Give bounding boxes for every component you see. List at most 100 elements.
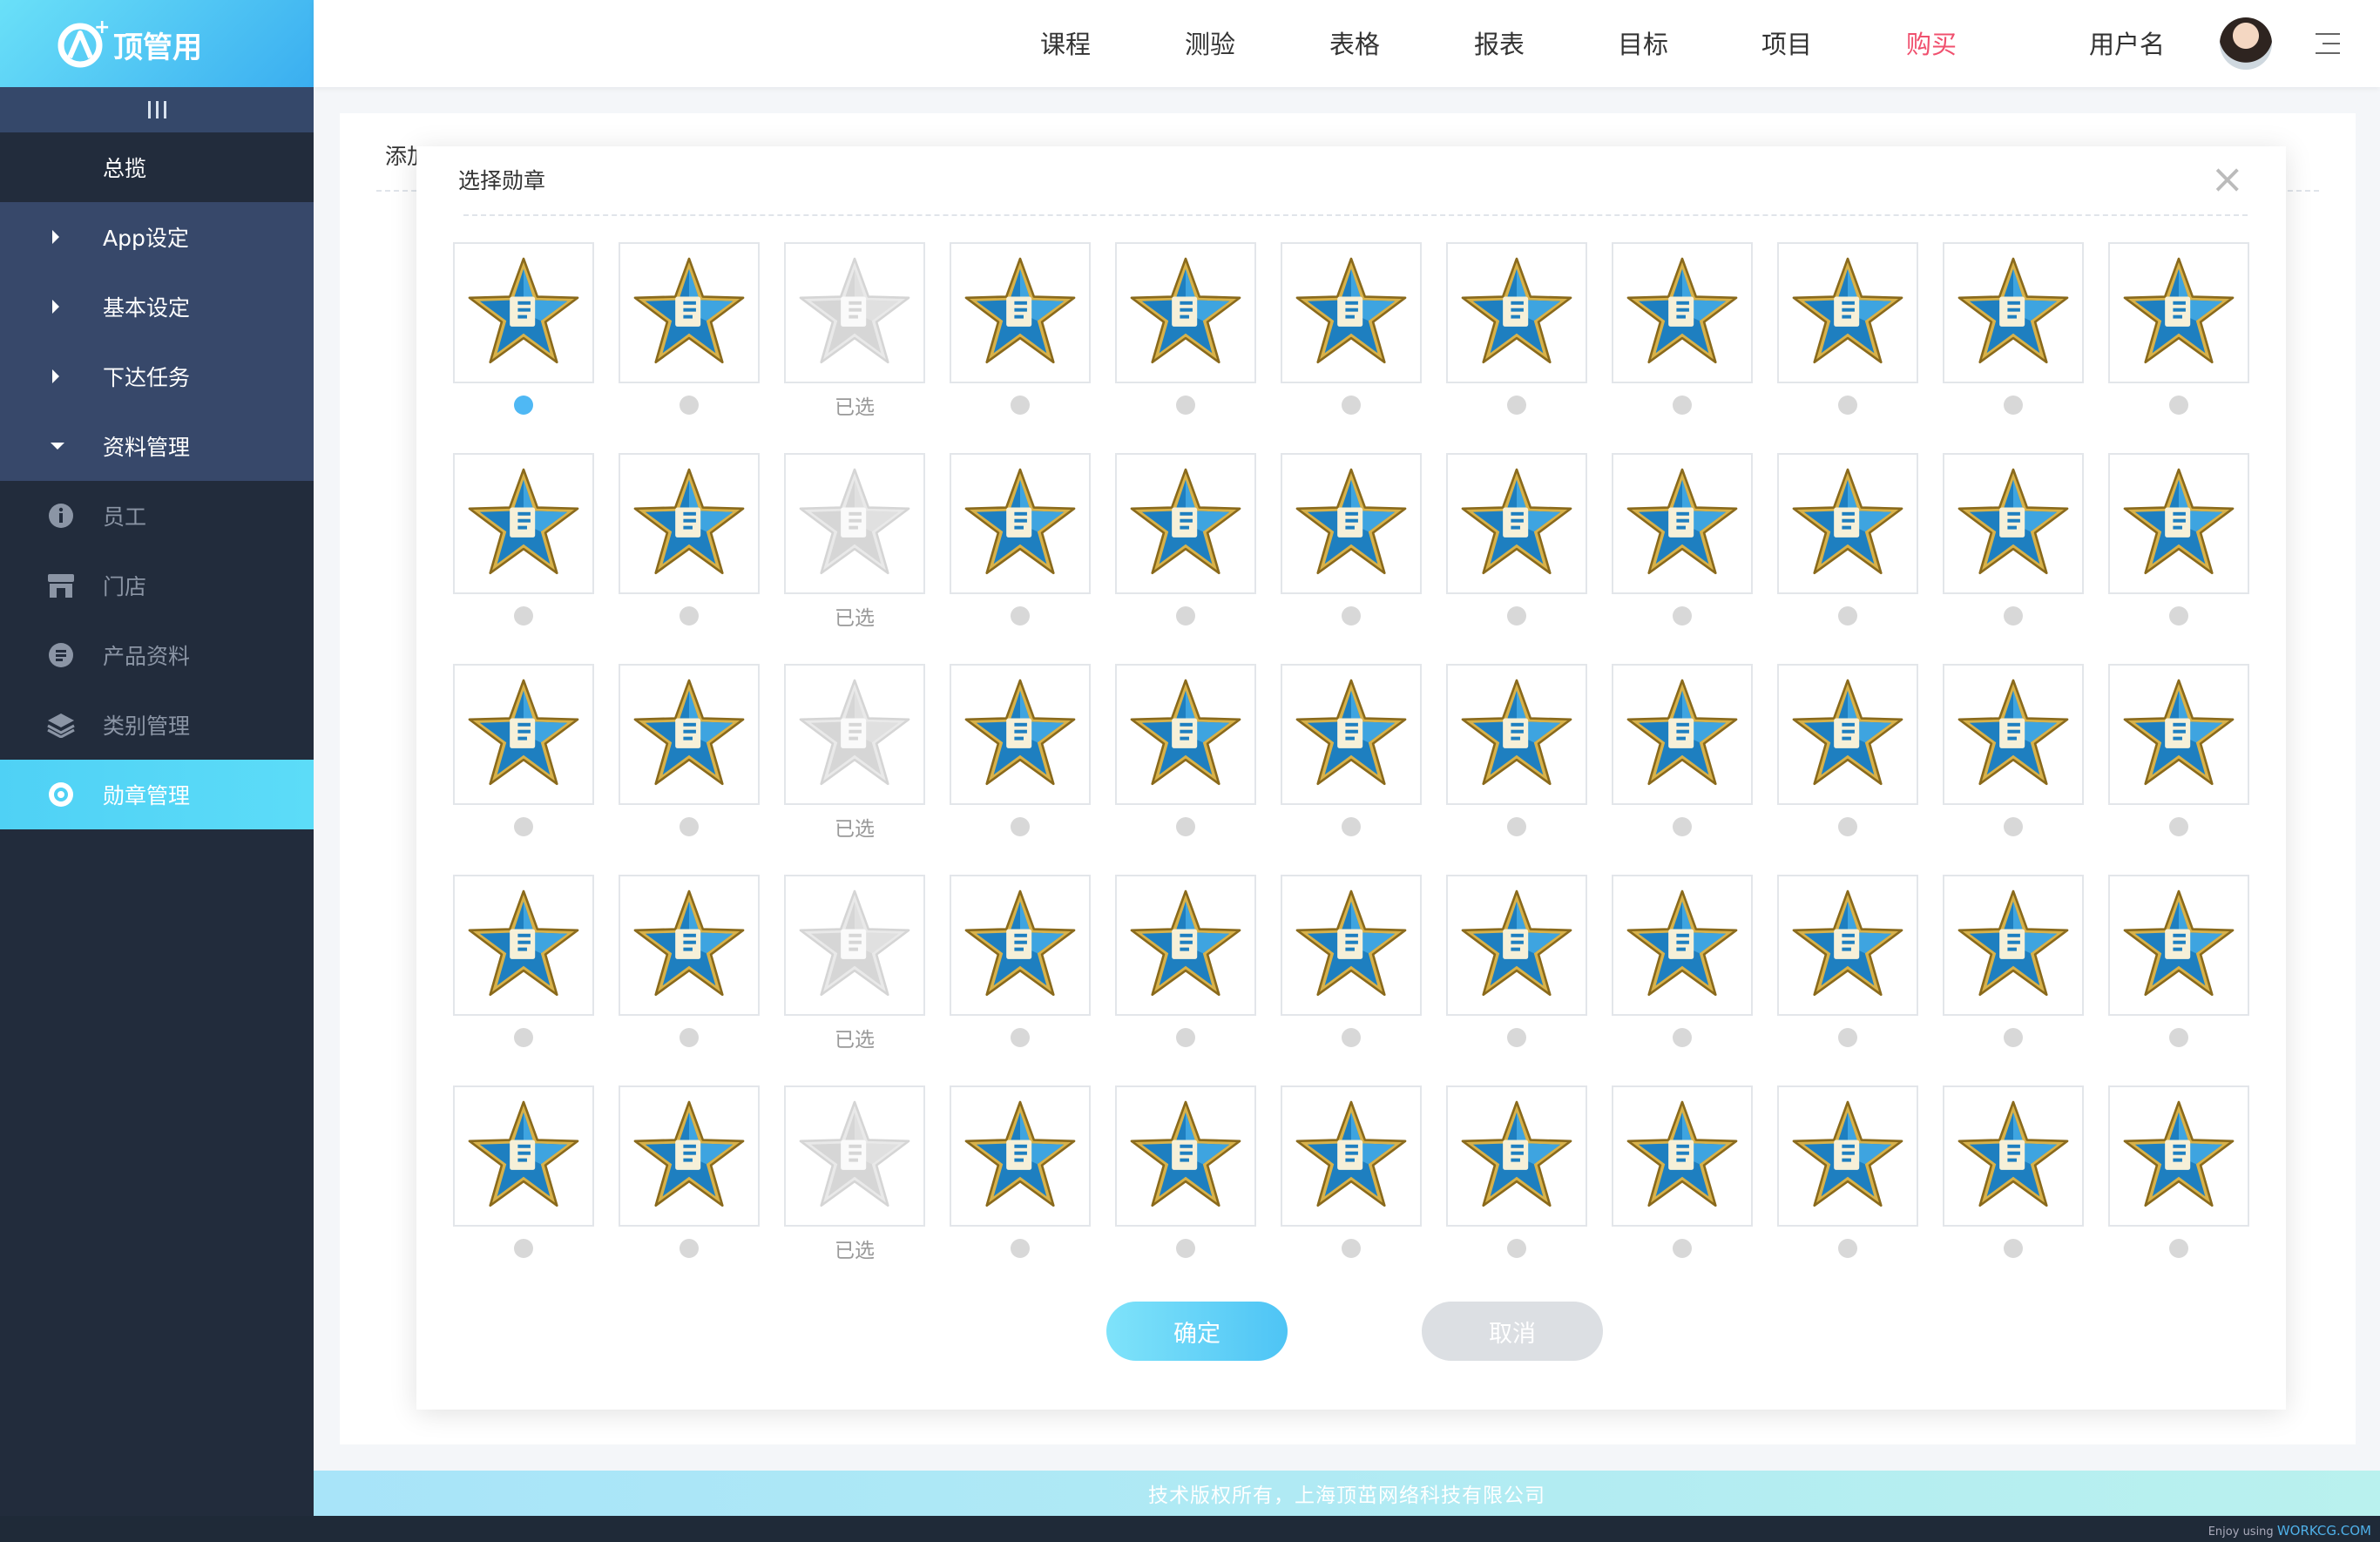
radio-dot-selected[interactable] (514, 396, 533, 415)
radio-dot[interactable] (514, 1239, 533, 1258)
sidebar-collapse-toggle[interactable] (0, 87, 314, 132)
sidebar-item-medals[interactable]: 勋章管理 (0, 760, 314, 829)
radio-dot[interactable] (1342, 1028, 1361, 1047)
sidebar-item-stores[interactable]: 门店 (0, 551, 314, 620)
medal-tile[interactable] (2108, 1085, 2249, 1227)
medal-tile[interactable] (950, 453, 1091, 594)
medal-tile[interactable] (1446, 875, 1587, 1016)
radio-dot[interactable] (1507, 396, 1526, 415)
medal-tile[interactable] (619, 875, 760, 1016)
nav-goals[interactable]: 目标 (1618, 24, 1668, 61)
nav-course[interactable]: 课程 (1040, 24, 1091, 61)
medal-tile[interactable] (619, 664, 760, 805)
radio-dot[interactable] (514, 1028, 533, 1047)
medal-tile[interactable] (950, 664, 1091, 805)
nav-forms[interactable]: 表格 (1329, 24, 1380, 61)
sidebar-item-assign-tasks[interactable]: 下达任务 (0, 342, 314, 411)
medal-tile[interactable] (1446, 664, 1587, 805)
sidebar-item-staff[interactable]: 员工 (0, 481, 314, 551)
medal-tile[interactable] (1943, 664, 2084, 805)
medal-tile[interactable] (2108, 242, 2249, 383)
radio-dot[interactable] (680, 606, 699, 626)
avatar[interactable] (2220, 17, 2272, 70)
medal-tile[interactable] (1943, 453, 2084, 594)
medal-tile[interactable] (950, 242, 1091, 383)
sidebar-item-data-management[interactable]: 资料管理 (0, 411, 314, 481)
radio-dot[interactable] (2169, 396, 2188, 415)
medal-tile[interactable] (1612, 664, 1753, 805)
radio-dot[interactable] (1011, 1028, 1030, 1047)
sidebar-item-products[interactable]: 产品资料 (0, 620, 314, 690)
medal-tile[interactable] (1943, 242, 2084, 383)
medal-tile[interactable] (1943, 875, 2084, 1016)
radio-dot[interactable] (2169, 1239, 2188, 1258)
nav-purchase[interactable]: 购买 (1906, 24, 1957, 61)
nav-reports[interactable]: 报表 (1474, 24, 1525, 61)
radio-dot[interactable] (1176, 606, 1195, 626)
radio-dot[interactable] (680, 396, 699, 415)
radio-dot[interactable] (1342, 396, 1361, 415)
radio-dot[interactable] (2169, 1028, 2188, 1047)
radio-dot[interactable] (2004, 606, 2023, 626)
medal-tile[interactable] (619, 453, 760, 594)
medal-tile[interactable] (619, 242, 760, 383)
radio-dot[interactable] (1673, 606, 1692, 626)
radio-dot[interactable] (1011, 396, 1030, 415)
medal-tile[interactable] (1446, 453, 1587, 594)
confirm-button[interactable]: 确定 (1106, 1302, 1288, 1361)
user-name[interactable]: 用户名 (2089, 24, 2165, 61)
cancel-button[interactable]: 取消 (1422, 1302, 1603, 1361)
medal-tile[interactable] (453, 453, 594, 594)
medal-tile[interactable] (1446, 1085, 1587, 1227)
medal-tile[interactable] (1281, 875, 1422, 1016)
medal-tile[interactable] (1115, 242, 1256, 383)
menu-icon[interactable] (2316, 33, 2340, 56)
radio-dot[interactable] (1673, 1028, 1692, 1047)
radio-dot[interactable] (1673, 396, 1692, 415)
medal-tile[interactable] (453, 875, 594, 1016)
medal-tile[interactable] (1612, 875, 1753, 1016)
radio-dot[interactable] (680, 1028, 699, 1047)
radio-dot[interactable] (1507, 606, 1526, 626)
medal-tile[interactable] (2108, 453, 2249, 594)
sidebar-item-categories[interactable]: 类别管理 (0, 690, 314, 760)
radio-dot[interactable] (1838, 606, 1857, 626)
radio-dot[interactable] (1176, 1239, 1195, 1258)
radio-dot[interactable] (514, 817, 533, 836)
radio-dot[interactable] (1176, 396, 1195, 415)
nav-quiz[interactable]: 测验 (1185, 24, 1235, 61)
radio-dot[interactable] (1342, 1239, 1361, 1258)
medal-tile[interactable] (950, 875, 1091, 1016)
sidebar-item-overview[interactable]: 总揽 (0, 132, 314, 202)
radio-dot[interactable] (2169, 817, 2188, 836)
medal-tile[interactable] (453, 1085, 594, 1227)
radio-dot[interactable] (2169, 606, 2188, 626)
medal-tile[interactable] (1612, 1085, 1753, 1227)
radio-dot[interactable] (1342, 606, 1361, 626)
sidebar-item-basic-settings[interactable]: 基本设定 (0, 272, 314, 342)
radio-dot[interactable] (1838, 1028, 1857, 1047)
radio-dot[interactable] (1011, 817, 1030, 836)
radio-dot[interactable] (1507, 1028, 1526, 1047)
medal-tile[interactable] (1612, 453, 1753, 594)
medal-tile[interactable] (1115, 1085, 1256, 1227)
radio-dot[interactable] (2004, 396, 2023, 415)
radio-dot[interactable] (1838, 396, 1857, 415)
medal-tile[interactable] (1777, 875, 1918, 1016)
medal-tile[interactable] (1943, 1085, 2084, 1227)
radio-dot[interactable] (1342, 817, 1361, 836)
medal-tile[interactable] (950, 1085, 1091, 1227)
radio-dot[interactable] (2004, 1239, 2023, 1258)
radio-dot[interactable] (680, 1239, 699, 1258)
radio-dot[interactable] (1838, 817, 1857, 836)
medal-tile[interactable] (1281, 242, 1422, 383)
medal-tile[interactable] (1115, 664, 1256, 805)
close-icon[interactable]: × (2210, 159, 2244, 199)
medal-tile[interactable] (2108, 875, 2249, 1016)
radio-dot[interactable] (2004, 1028, 2023, 1047)
radio-dot[interactable] (1673, 1239, 1692, 1258)
radio-dot[interactable] (514, 606, 533, 626)
radio-dot[interactable] (1011, 1239, 1030, 1258)
medal-tile[interactable] (1115, 875, 1256, 1016)
radio-dot[interactable] (1011, 606, 1030, 626)
